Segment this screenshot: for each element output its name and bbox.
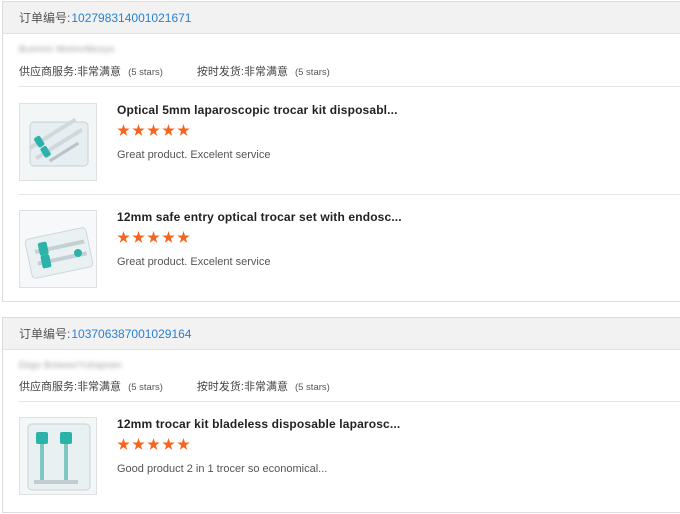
star-icon (117, 231, 130, 243)
product-title[interactable]: 12mm safe entry optical trocar set with … (117, 210, 402, 224)
star-icon (147, 438, 160, 450)
product-rating (117, 438, 190, 451)
review-comment: Great product. Excelent service (117, 256, 271, 268)
star-icon (117, 438, 130, 450)
divider (19, 194, 680, 195)
star-icon (117, 124, 130, 136)
order-card: 订单编号: 102798314001021671 Buiimiin Motim/… (2, 1, 680, 302)
trocar-image (20, 211, 96, 287)
delivery-stars: (5 stars) (294, 67, 330, 78)
supplier-service-stars: (5 stars) (128, 382, 163, 393)
delivery-rating: 按时发货: 非常满意 (5 stars) (197, 378, 330, 394)
order-ratings: 供应商服务: 非常满意 (5 stars) 按时发货: 非常满意 (5 star… (19, 63, 330, 79)
supplier-service-rating: 供应商服务: 非常满意 (5 stars) (19, 378, 163, 394)
buyer-name: Buiimiin Motim/Mosyo (19, 44, 115, 54)
delivery-label: 按时发货: (196, 66, 244, 78)
star-icon (177, 124, 190, 136)
product-thumbnail[interactable] (19, 417, 97, 495)
star-icon (132, 124, 145, 136)
product-thumbnail[interactable] (19, 210, 97, 288)
order-number-link[interactable]: 103706387001029164 (71, 327, 191, 341)
product-thumbnail[interactable] (19, 103, 97, 181)
list-item: 12mm trocar kit bladeless disposable lap… (19, 417, 680, 514)
delivery-rating: 按时发货: 非常满意 (5 stars) (197, 63, 330, 79)
star-icon (132, 438, 145, 450)
supplier-service-value: 非常满意 (77, 381, 122, 393)
supplier-service-stars: (5 stars) (128, 67, 163, 78)
product-title[interactable]: Optical 5mm laparoscopic trocar kit disp… (117, 103, 398, 117)
delivery-value: 非常满意 (243, 381, 288, 393)
star-icon (132, 231, 145, 243)
delivery-stars: (5 stars) (294, 382, 330, 393)
star-icon (162, 438, 175, 450)
divider (19, 401, 680, 402)
supplier-service-label: 供应商服务: (19, 381, 78, 393)
review-comment: Great product. Excelent service (117, 149, 271, 161)
star-icon (162, 231, 175, 243)
order-card: 订单编号: 103706387001029164 Ekgo Bolwoo/Yuh… (2, 317, 680, 513)
supplier-service-value: 非常满意 (77, 66, 122, 78)
order-number-label: 订单编号: (19, 327, 71, 341)
delivery-value: 非常满意 (243, 66, 288, 78)
supplier-service-label: 供应商服务: (19, 66, 78, 78)
trocar-image (20, 418, 96, 494)
order-number-link[interactable]: 102798314001021671 (71, 11, 191, 25)
order-number-label: 订单编号: (19, 11, 71, 25)
product-rating (117, 231, 190, 244)
divider (19, 86, 680, 87)
trocar-image (20, 104, 96, 180)
delivery-label: 按时发货: (196, 381, 244, 393)
star-icon (177, 231, 190, 243)
order-ratings: 供应商服务: 非常满意 (5 stars) 按时发货: 非常满意 (5 star… (19, 378, 330, 394)
product-rating (117, 124, 190, 137)
order-header: 订单编号: 103706387001029164 (3, 318, 680, 350)
list-item: 12mm safe entry optical trocar set with … (19, 210, 680, 315)
buyer-name: Ekgo Bolwoo/Yuhajmen (19, 360, 123, 370)
review-comment: Good product 2 in 1 trocer so economical… (117, 463, 328, 475)
list-item: Optical 5mm laparoscopic trocar kit disp… (19, 103, 680, 208)
star-icon (162, 124, 175, 136)
star-icon (177, 438, 190, 450)
supplier-service-rating: 供应商服务: 非常满意 (5 stars) (19, 63, 163, 79)
star-icon (147, 231, 160, 243)
order-header: 订单编号: 102798314001021671 (3, 2, 680, 34)
product-title[interactable]: 12mm trocar kit bladeless disposable lap… (117, 417, 400, 431)
star-icon (147, 124, 160, 136)
